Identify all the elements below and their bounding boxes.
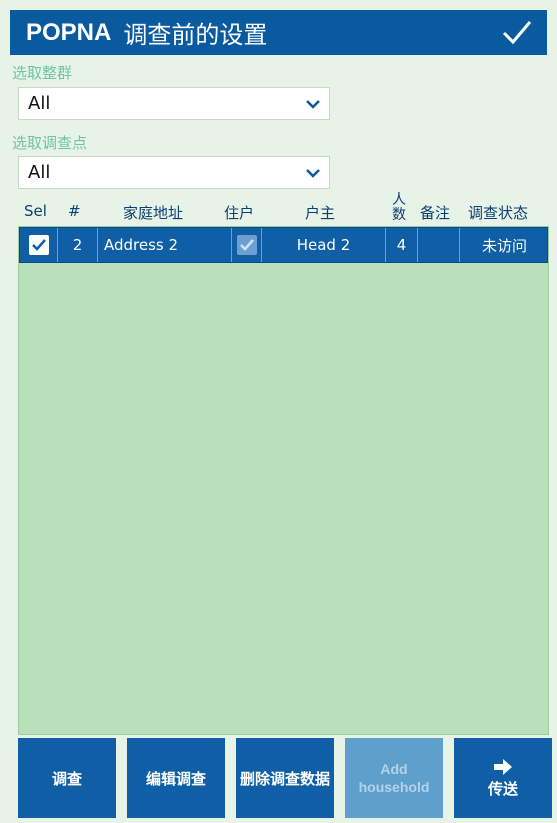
column-resident[interactable]: 住户	[224, 202, 254, 223]
column-count[interactable]: 人数	[391, 193, 407, 223]
select-checkbox[interactable]	[28, 235, 49, 255]
column-status[interactable]: 调查状态	[468, 202, 528, 223]
delete-data-button-label: 删除调查数据	[239, 769, 330, 788]
add-household-button[interactable]: Add household	[345, 738, 443, 818]
table-header: Sel # 家庭地址 住户 户主 人数 备注 调查状态	[18, 193, 551, 226]
count-cell: 4	[386, 228, 418, 262]
cluster-select-value: All	[28, 93, 51, 114]
action-bar: 调查 编辑调查 删除调查数据 Add household 传送	[18, 738, 552, 818]
status-cell: 未访问	[481, 236, 527, 255]
app-name: POPNA	[26, 18, 112, 46]
survey-button-label: 调查	[51, 769, 82, 788]
head-cell: Head 2	[262, 228, 386, 262]
send-button[interactable]: 传送	[454, 738, 552, 818]
column-sel[interactable]: Sel	[24, 202, 47, 220]
point-label: 选取调查点	[12, 134, 88, 152]
number-cell: 2	[58, 228, 98, 262]
select-cell[interactable]	[20, 228, 58, 262]
survey-button[interactable]: 调查	[18, 738, 116, 818]
address-cell: Address 2	[98, 228, 232, 262]
column-number[interactable]: #	[68, 202, 81, 220]
column-head[interactable]: 户主	[305, 202, 335, 223]
send-button-label: 传送	[487, 779, 518, 798]
cluster-label: 选取整群	[12, 64, 73, 82]
point-select-value: All	[28, 162, 51, 183]
chevron-down-icon	[306, 100, 320, 109]
arrow-right-icon	[494, 758, 512, 775]
check-icon	[31, 239, 46, 251]
check-icon[interactable]	[501, 16, 533, 48]
table-row[interactable]: 2 Address 2 Head 2 4 未访问	[19, 227, 548, 263]
page-title: 调查前的设置	[123, 21, 268, 49]
delete-data-button[interactable]: 删除调查数据	[236, 738, 334, 818]
check-icon	[239, 239, 254, 251]
edit-survey-button[interactable]: 编辑调查	[127, 738, 225, 818]
column-note[interactable]: 备注	[420, 202, 450, 223]
title-bar: POPNA 调查前的设置	[10, 10, 547, 55]
note-cell	[418, 228, 460, 262]
resident-cell	[232, 228, 262, 262]
chevron-down-icon	[306, 169, 320, 178]
cluster-select[interactable]: All	[18, 87, 330, 120]
edit-survey-button-label: 编辑调查	[145, 769, 206, 788]
point-select[interactable]: All	[18, 156, 330, 189]
column-address[interactable]: 家庭地址	[123, 202, 183, 223]
household-table: 2 Address 2 Head 2 4 未访问	[18, 226, 549, 735]
add-household-button-label: Add household	[358, 761, 430, 795]
resident-checkbox	[236, 235, 257, 255]
